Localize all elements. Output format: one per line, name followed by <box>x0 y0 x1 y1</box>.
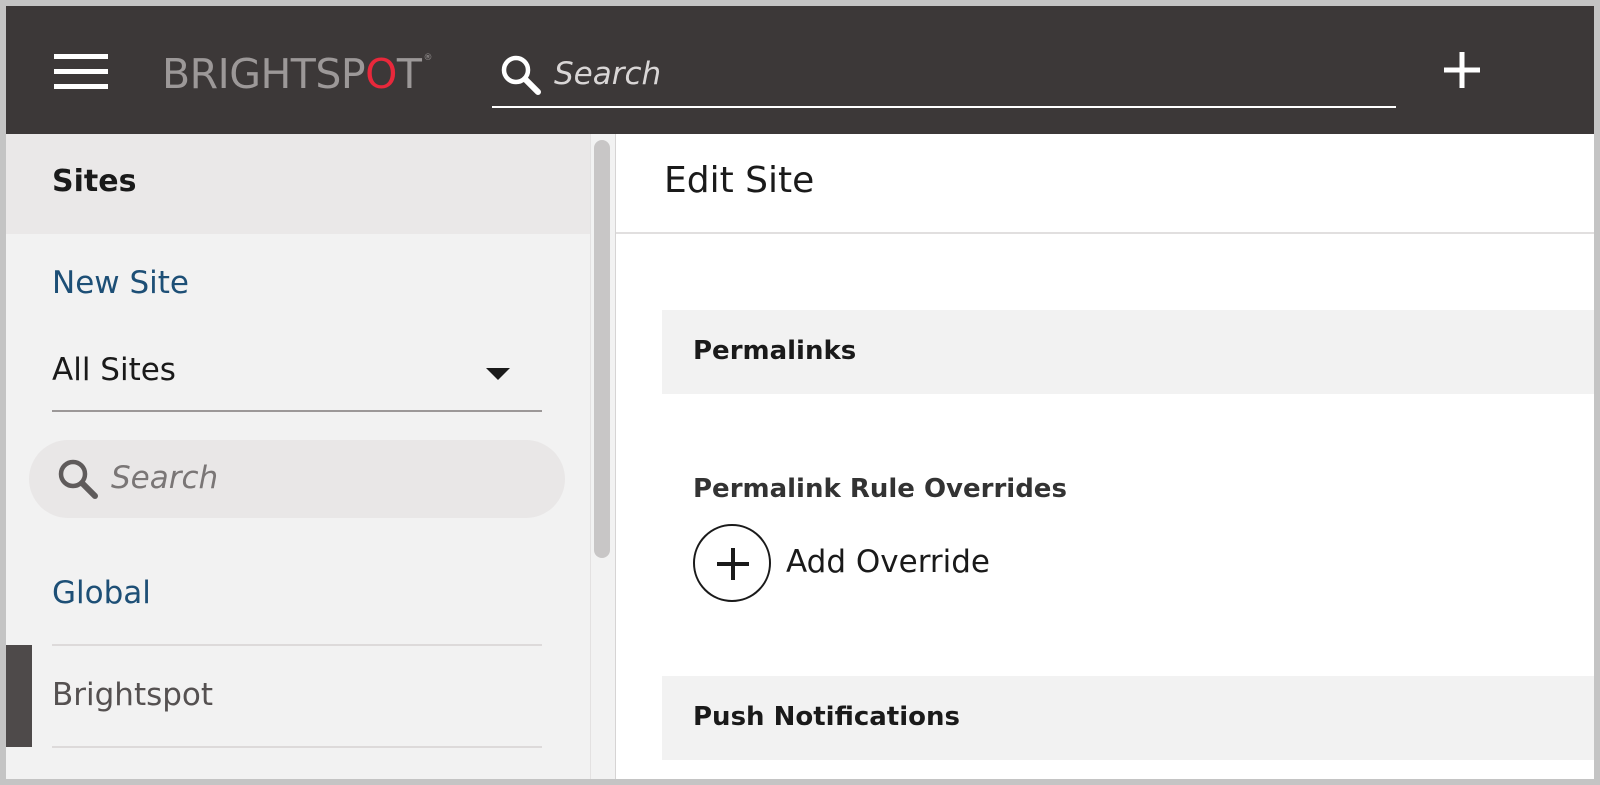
site-item-brightspot[interactable]: Brightspot <box>52 646 542 748</box>
sites-sidebar: Sites New Site All Sites Global Brightsp… <box>6 134 590 779</box>
search-icon <box>58 459 98 499</box>
app-window: BRIGHTSPOT® Sites New Site All Sites <box>6 6 1594 779</box>
section-label: Push Notifications <box>693 702 960 732</box>
site-filter-dropdown[interactable]: All Sites <box>52 346 542 412</box>
new-site-link[interactable]: New Site <box>52 265 189 301</box>
sites-search-input[interactable] <box>111 456 541 500</box>
top-header: BRIGHTSPOT ® <box>6 6 1594 134</box>
hamburger-menu-icon[interactable] <box>54 54 108 92</box>
active-site-indicator <box>6 645 32 747</box>
brightspot-logo[interactable]: BRIGHTSPOT ® <box>162 50 432 98</box>
add-circle-icon <box>693 524 771 602</box>
permalink-overrides-label: Permalink Rule Overrides <box>693 474 1067 504</box>
main-header: Edit Site <box>616 134 1594 234</box>
global-search-input[interactable] <box>554 52 1374 96</box>
page-title: Edit Site <box>664 160 815 201</box>
section-label: Permalinks <box>693 336 857 366</box>
sites-search <box>29 440 565 518</box>
edit-site-panel: Edit Site Permalinks Permalink Rule Over… <box>616 134 1594 779</box>
caret-down-icon <box>486 368 510 380</box>
search-icon <box>501 55 541 95</box>
sidebar-title: Sites <box>52 164 137 199</box>
sidebar-header: Sites <box>6 134 590 234</box>
sidebar-scrollbar-thumb[interactable] <box>594 140 610 558</box>
add-override-label: Add Override <box>786 544 990 580</box>
global-search <box>492 46 1396 108</box>
site-filter-value: All Sites <box>52 352 176 388</box>
section-push-notifications[interactable]: Push Notifications <box>662 676 1594 760</box>
site-item-label: Global <box>52 575 151 611</box>
site-item-label: Brightspot <box>52 677 214 713</box>
section-permalinks[interactable]: Permalinks <box>662 310 1594 394</box>
plus-icon[interactable] <box>1442 50 1482 90</box>
site-item-global[interactable]: Global <box>52 544 542 646</box>
